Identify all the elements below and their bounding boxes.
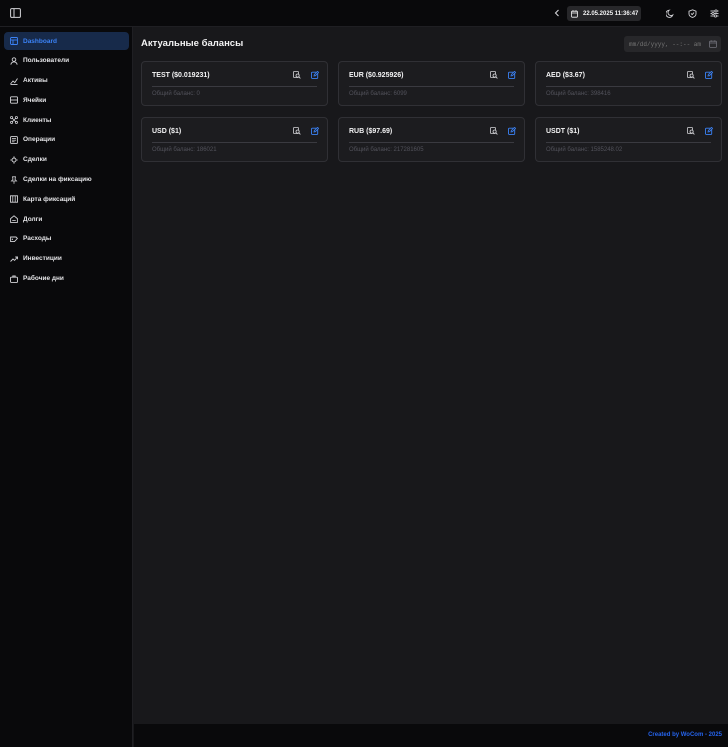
- card-divider: [546, 142, 711, 143]
- footer-credit: Created by WoCom - 2025: [648, 732, 722, 738]
- operations-icon: [10, 136, 18, 144]
- pin-icon: [10, 175, 18, 184]
- balance-card: RUB ($97.69) Общий баланс: 217281605: [338, 117, 525, 162]
- view-history-icon[interactable]: [490, 127, 500, 137]
- workdays-icon: [10, 275, 18, 283]
- card-balance: Общий баланс: 186021: [152, 147, 217, 153]
- user-icon: [10, 57, 18, 65]
- sidebar-item-dashboard[interactable]: Dashboard: [4, 32, 129, 50]
- card-divider: [152, 86, 317, 87]
- moon-icon[interactable]: [664, 7, 676, 19]
- view-history-icon[interactable]: [490, 71, 500, 81]
- edit-icon[interactable]: [311, 71, 321, 81]
- sidebar-nav: Dashboard Пользователи Активы Ячейки Кли…: [4, 32, 129, 289]
- balance-card: AED ($3.67) Общий баланс: 398416: [535, 61, 722, 106]
- card-balance: Общий баланс: 217281605: [349, 147, 424, 153]
- sidebar-item-label: Сделки: [23, 156, 47, 164]
- card-title: TEST ($0.019231): [152, 72, 210, 79]
- sidebar-item-label: Клиенты: [23, 116, 52, 124]
- shield-icon[interactable]: [686, 7, 698, 19]
- edit-icon[interactable]: [311, 127, 321, 137]
- date-filter-input[interactable]: [624, 36, 721, 52]
- sidebar-item-label: Активы: [23, 77, 48, 85]
- sidebar-item-label: Долги: [23, 215, 43, 223]
- view-history-icon[interactable]: [687, 127, 697, 137]
- view-history-icon[interactable]: [293, 127, 303, 137]
- sidebar-item-investments[interactable]: Инвестиции: [4, 250, 129, 268]
- top-bar: 22.05.2025 11:36:47: [0, 0, 728, 27]
- sidebar-item-label: Сделки на фиксацию: [23, 176, 92, 184]
- page-title: Актуальные балансы: [141, 38, 244, 49]
- sidebar-item-cells[interactable]: Ячейки: [4, 91, 129, 109]
- card-divider: [349, 142, 514, 143]
- card-balance: Общий баланс: 1585248.02: [546, 147, 623, 153]
- deals-icon: [10, 156, 18, 164]
- sidebar-item-label: Карта фиксаций: [23, 195, 76, 203]
- map-icon: [10, 195, 18, 204]
- sidebar-item-label: Ячейки: [23, 96, 47, 104]
- card-balance: Общий баланс: 398416: [546, 91, 611, 97]
- card-title: EUR ($0.925926): [349, 72, 404, 79]
- card-balance: Общий баланс: 0: [152, 91, 200, 97]
- sidebar-item-assets[interactable]: Активы: [4, 72, 129, 90]
- sidebar-item-operations[interactable]: Операции: [4, 131, 129, 149]
- sidebar-item-expenses[interactable]: Расходы: [4, 230, 129, 248]
- settings-sliders-icon[interactable]: [708, 7, 720, 19]
- balance-card: EUR ($0.925926) Общий баланс: 6099: [338, 61, 525, 106]
- card-divider: [349, 86, 514, 87]
- sidebar-toggle-icon[interactable]: [9, 7, 21, 19]
- datetime-text: 22.05.2025 11:36:47: [583, 10, 639, 17]
- debts-icon: [10, 215, 18, 224]
- sidebar-item-fix-map[interactable]: Карта фиксаций: [4, 190, 129, 208]
- balance-card: USD ($1) Общий баланс: 186021: [141, 117, 328, 162]
- chevron-left-icon[interactable]: [551, 7, 563, 19]
- card-divider: [152, 142, 317, 143]
- sidebar-item-debts[interactable]: Долги: [4, 210, 129, 228]
- sidebar-item-workdays[interactable]: Рабочие дни: [4, 270, 129, 288]
- clients-icon: [10, 116, 18, 125]
- sidebar: Dashboard Пользователи Активы Ячейки Кли…: [0, 27, 133, 747]
- balance-card: TEST ($0.019231) Общий баланс: 0: [141, 61, 328, 106]
- view-history-icon[interactable]: [293, 71, 303, 81]
- calendar-clock-icon: [571, 9, 579, 18]
- edit-icon[interactable]: [508, 71, 518, 81]
- edit-icon[interactable]: [508, 127, 518, 137]
- card-title: USDT ($1): [546, 128, 580, 135]
- sidebar-item-deals[interactable]: Сделки: [4, 151, 129, 169]
- expenses-icon: [10, 235, 18, 243]
- card-title: AED ($3.67): [546, 72, 585, 79]
- footer: Created by WoCom - 2025: [134, 724, 728, 747]
- card-divider: [546, 86, 711, 87]
- sidebar-item-label: Расходы: [23, 235, 52, 243]
- chart-line-icon: [10, 77, 18, 85]
- balance-card: USDT ($1) Общий баланс: 1585248.02: [535, 117, 722, 162]
- card-title: USD ($1): [152, 128, 182, 135]
- investments-icon: [10, 255, 18, 263]
- card-title: RUB ($97.69): [349, 128, 393, 135]
- sidebar-item-label: Рабочие дни: [23, 275, 64, 283]
- sidebar-item-label: Операции: [23, 136, 56, 144]
- view-history-icon[interactable]: [687, 71, 697, 81]
- sidebar-item-clients[interactable]: Клиенты: [4, 111, 129, 129]
- edit-icon[interactable]: [705, 127, 715, 137]
- sidebar-item-label: Инвестиции: [23, 255, 62, 263]
- sidebar-item-deals-to-fix[interactable]: Сделки на фиксацию: [4, 171, 129, 189]
- sidebar-item-users[interactable]: Пользователи: [4, 52, 129, 70]
- calendar-icon[interactable]: [709, 40, 717, 48]
- sidebar-item-label: Пользователи: [23, 57, 70, 65]
- cells-icon: [10, 96, 18, 105]
- datetime-button[interactable]: 22.05.2025 11:36:47: [567, 6, 641, 21]
- sidebar-item-label: Dashboard: [23, 37, 57, 45]
- edit-icon[interactable]: [705, 71, 715, 81]
- dashboard-icon: [10, 37, 18, 45]
- card-balance: Общий баланс: 6099: [349, 91, 407, 97]
